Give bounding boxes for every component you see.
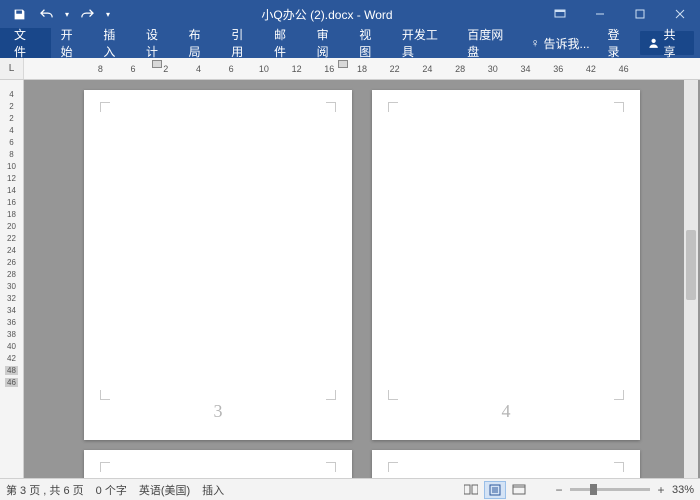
margin-corner (614, 462, 624, 472)
margin-corner (326, 102, 336, 112)
zoom-track[interactable] (570, 488, 650, 491)
tab-mailings[interactable]: 邮件 (264, 28, 307, 58)
quick-access-toolbar: ▾ ▾ (0, 2, 114, 26)
tab-insert[interactable]: 插入 (93, 28, 136, 58)
pages-row-1: 3 4 (84, 90, 640, 440)
margin-corner (614, 102, 624, 112)
close-button[interactable] (660, 0, 700, 28)
margin-corner (100, 462, 110, 472)
tab-design[interactable]: 设计 (136, 28, 179, 58)
margin-corner (614, 390, 624, 400)
document-area[interactable]: 3 4 (24, 80, 700, 478)
status-insert-mode[interactable]: 插入 (202, 482, 224, 498)
window-controls (540, 0, 700, 28)
tab-view[interactable]: 视图 (349, 28, 392, 58)
status-word-count[interactable]: 0 个字 (96, 482, 127, 498)
page-4[interactable]: 4 (372, 90, 640, 440)
pages-row-2 (84, 450, 640, 478)
page-5[interactable] (84, 450, 352, 478)
tab-review[interactable]: 审阅 (307, 28, 350, 58)
undo-button[interactable] (34, 2, 60, 26)
ribbon-tabs: 文件 开始 插入 设计 布局 引用 邮件 审阅 视图 开发工具 百度网盘 ♀ 告… (0, 28, 700, 58)
zoom-percent[interactable]: 33% (672, 484, 694, 496)
tab-developer[interactable]: 开发工具 (392, 28, 457, 58)
zoom-out-button[interactable]: − (552, 483, 566, 497)
zoom-in-button[interactable]: + (654, 483, 668, 497)
margin-corner (388, 390, 398, 400)
page-3[interactable]: 3 (84, 90, 352, 440)
page-number: 3 (84, 401, 352, 422)
margin-corner (326, 390, 336, 400)
status-bar: 第 3 页 , 共 6 页 0 个字 英语(美国) 插入 − + 33% (0, 478, 700, 500)
margin-corner (326, 462, 336, 472)
tab-baidu[interactable]: 百度网盘 (457, 28, 522, 58)
view-print-layout[interactable] (484, 481, 506, 499)
window-title: 小Q办公 (2).docx - Word (114, 6, 540, 23)
margin-corner (100, 102, 110, 112)
lightbulb-icon: ♀ (531, 36, 540, 50)
page-6[interactable] (372, 450, 640, 478)
minimize-button[interactable] (580, 0, 620, 28)
qat-customize[interactable]: ▾ (102, 2, 114, 26)
save-button[interactable] (6, 2, 32, 26)
status-page[interactable]: 第 3 页 , 共 6 页 (6, 482, 84, 498)
tell-me-label: 告诉我... (544, 35, 590, 52)
margin-corner (388, 102, 398, 112)
scrollbar-thumb[interactable] (686, 230, 696, 300)
ruler-corner[interactable]: L (0, 58, 24, 79)
zoom-thumb[interactable] (590, 484, 597, 495)
ribbon-display-button[interactable] (540, 0, 580, 28)
status-language[interactable]: 英语(美国) (139, 482, 190, 498)
share-label: 共享 (663, 26, 686, 60)
horizontal-ruler[interactable]: 8 6 2 4 6 10 12 16 18 22 24 28 30 34 36 … (24, 58, 700, 79)
redo-button[interactable] (74, 2, 100, 26)
share-button[interactable]: 共享 (640, 31, 694, 55)
undo-dropdown[interactable]: ▾ (62, 2, 72, 26)
share-icon (648, 37, 659, 49)
maximize-button[interactable] (620, 0, 660, 28)
view-buttons (460, 481, 530, 499)
document-workspace: 4 2 2 4 6 8 10 12 14 16 18 20 22 24 26 2… (0, 80, 700, 478)
horizontal-ruler-area: L 8 6 2 4 6 10 12 16 18 22 24 28 30 34 3… (0, 58, 700, 80)
tab-references[interactable]: 引用 (221, 28, 264, 58)
tell-me-search[interactable]: ♀ 告诉我... (523, 35, 598, 52)
vertical-scrollbar[interactable] (684, 80, 698, 478)
tab-file[interactable]: 文件 (0, 28, 51, 58)
login-button[interactable]: 登录 (598, 26, 641, 60)
view-read-mode[interactable] (460, 481, 482, 499)
margin-corner (388, 462, 398, 472)
h-ruler-ticks: 8 6 2 4 6 10 12 16 18 22 24 28 30 34 36 … (84, 58, 640, 79)
view-web-layout[interactable] (508, 481, 530, 499)
vertical-ruler[interactable]: 4 2 2 4 6 8 10 12 14 16 18 20 22 24 26 2… (0, 80, 24, 478)
margin-corner (100, 390, 110, 400)
tab-layout[interactable]: 布局 (179, 28, 222, 58)
tab-home[interactable]: 开始 (51, 28, 94, 58)
page-number: 4 (372, 401, 640, 422)
zoom-slider: − + 33% (552, 483, 694, 497)
title-bar: ▾ ▾ 小Q办公 (2).docx - Word (0, 0, 700, 28)
